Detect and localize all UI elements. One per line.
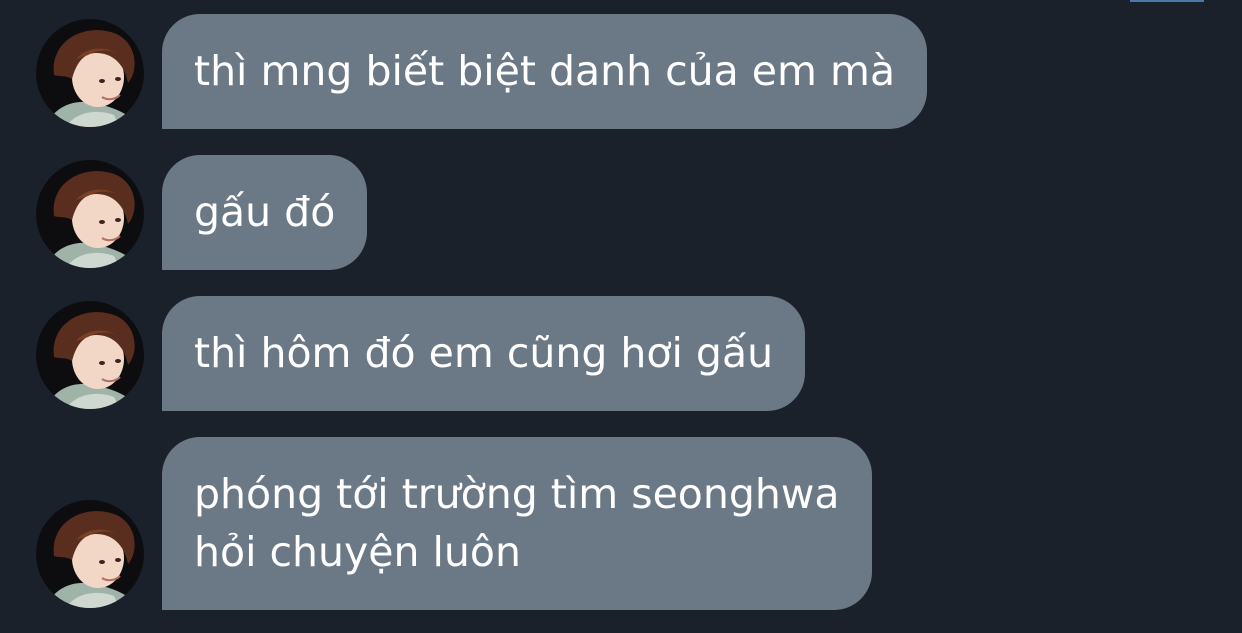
message-row: thì mng biết biệt danh của em mà xyxy=(36,14,928,129)
message-row: gấu đó xyxy=(36,155,368,270)
sender-avatar[interactable] xyxy=(36,301,144,409)
avatar-image xyxy=(36,500,144,608)
sender-avatar[interactable] xyxy=(36,160,144,268)
message-row: phóng tới trường tìm seonghwa hỏi chuyện… xyxy=(36,437,872,610)
message-bubble[interactable]: thì mng biết biệt danh của em mà xyxy=(162,14,928,129)
message-thread: thì mng biết biệt danh của em mà gấu đó xyxy=(0,0,1242,633)
message-bubble[interactable]: gấu đó xyxy=(162,155,368,270)
message-bubble[interactable]: thì hôm đó em cũng hơi gấu xyxy=(162,296,806,411)
message-row: thì hôm đó em cũng hơi gấu xyxy=(36,296,806,411)
avatar-image xyxy=(36,160,144,268)
sender-avatar[interactable] xyxy=(36,500,144,608)
avatar-image xyxy=(36,301,144,409)
message-bubble[interactable]: phóng tới trường tìm seonghwa hỏi chuyện… xyxy=(162,437,872,610)
sender-avatar[interactable] xyxy=(36,19,144,127)
avatar-image xyxy=(36,19,144,127)
